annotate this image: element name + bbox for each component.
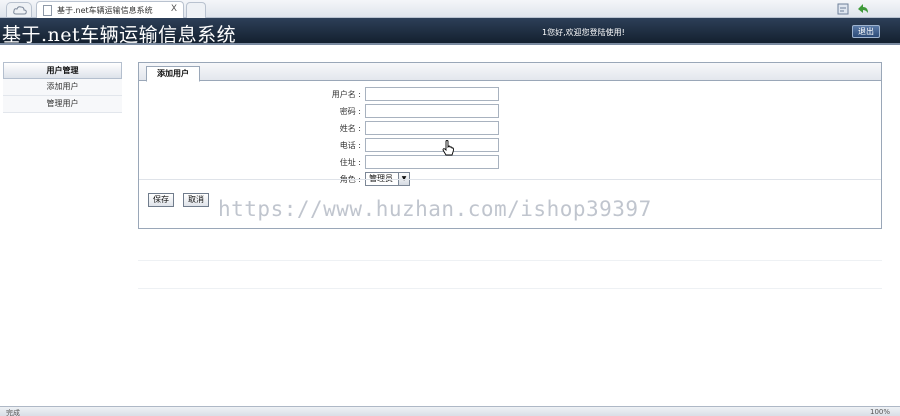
sidebar-item-add-user[interactable]: 添加用户: [3, 79, 122, 96]
browser-status-bar: 完成 100%: [0, 406, 900, 416]
password-input[interactable]: [365, 104, 499, 118]
form-row-phone: 电话 :: [139, 138, 881, 154]
app-title: 基于.net车辆运输信息系统: [2, 24, 237, 46]
name-input[interactable]: [365, 121, 499, 135]
divider: [139, 179, 881, 180]
zoom-level[interactable]: 100%: [870, 408, 890, 416]
status-left-text: 完成: [6, 409, 20, 416]
phone-label: 电话 :: [339, 141, 361, 150]
username-label: 用户名 :: [331, 90, 361, 99]
divider: [138, 260, 882, 261]
hand-cursor-icon: [442, 140, 454, 156]
form-row-username: 用户名 :: [139, 87, 881, 103]
address-input[interactable]: [365, 155, 499, 169]
browser-tab-title: 基于.net车辆运输信息系统: [57, 6, 153, 15]
name-label: 姓名 :: [339, 124, 361, 133]
password-label: 密码 :: [339, 107, 361, 116]
tab-add-user[interactable]: 添加用户: [146, 66, 200, 82]
sidebar-heading: 用户管理: [3, 62, 122, 79]
form-row-name: 姓名 :: [139, 121, 881, 137]
address-label: 住址 :: [339, 158, 361, 167]
cancel-button[interactable]: 取消: [183, 193, 209, 207]
browser-tab-bar: 基于.net车辆运输信息系统 X: [0, 0, 900, 18]
home-tab[interactable]: [6, 2, 32, 17]
page-icon: [43, 5, 52, 16]
logout-button[interactable]: 退出: [852, 25, 880, 38]
app-header: 基于.net车辆运输信息系统 1您好,欢迎您登陆使用! 退出: [0, 18, 900, 46]
save-button[interactable]: 保存: [148, 193, 174, 207]
watermark-text: https://www.huzhan.com/ishop39397: [218, 197, 652, 221]
browser-active-tab[interactable]: 基于.net车辆运输信息系统 X: [36, 1, 184, 18]
form-row-password: 密码 :: [139, 104, 881, 120]
tab-close-icon[interactable]: X: [171, 4, 177, 14]
sidebar-menu: 用户管理 添加用户 管理用户: [3, 62, 122, 120]
phone-input[interactable]: [365, 138, 499, 152]
panel-tab-bar: 添加用户: [139, 63, 881, 82]
new-tab-button[interactable]: [186, 2, 206, 18]
form-row-role: 角色 : 管理员 ▼: [139, 172, 881, 188]
cloud-icon: [13, 6, 27, 15]
divider: [138, 288, 882, 289]
compatibility-view-icon[interactable]: [836, 2, 850, 16]
welcome-message: 1您好,欢迎您登陆使用!: [542, 28, 625, 37]
username-input[interactable]: [365, 87, 499, 101]
back-arrow-icon[interactable]: [856, 2, 870, 16]
sidebar-item-manage-users[interactable]: 管理用户: [3, 96, 122, 113]
form-row-address: 住址 :: [139, 155, 881, 171]
